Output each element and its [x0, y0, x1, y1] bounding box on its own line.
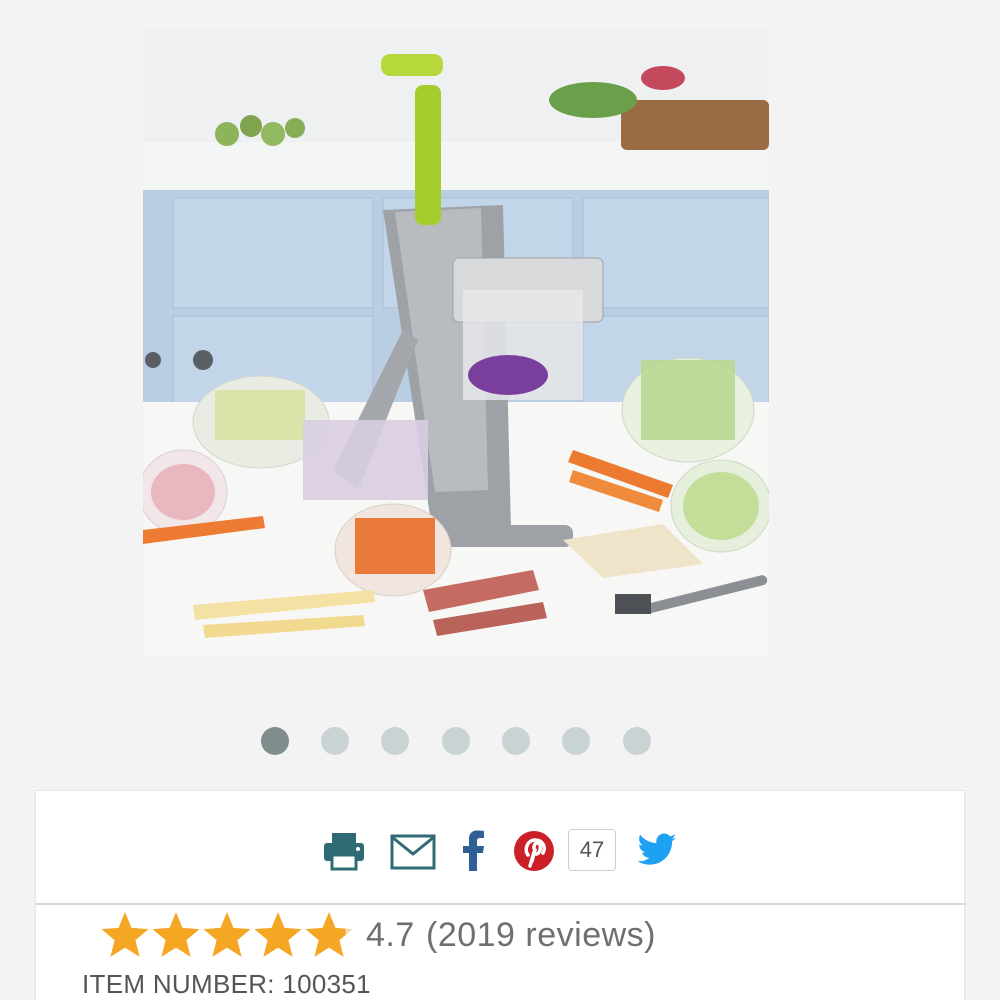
star-icon: [254, 912, 302, 957]
carousel-dot-6[interactable]: [562, 727, 590, 755]
carousel-dot-7[interactable]: [623, 727, 651, 755]
twitter-icon[interactable]: [636, 833, 678, 874]
product-image[interactable]: [143, 30, 769, 657]
star-icon: [305, 912, 353, 957]
carousel-pagination: [0, 727, 1000, 757]
rating-value: 4.7: [366, 916, 415, 954]
carousel-dot-2[interactable]: [321, 727, 349, 755]
carousel-dot-1[interactable]: [261, 727, 289, 755]
carousel-dot-3[interactable]: [381, 727, 409, 755]
product-info-card: 47 4.7 (2019 reviews) ITEM NUMBER: 10035…: [35, 790, 966, 1000]
product-page: 47 4.7 (2019 reviews) ITEM NUMBER: 10035…: [0, 0, 1000, 1000]
item-number-value: 100351: [282, 969, 371, 999]
review-count-link[interactable]: (2019 reviews): [426, 916, 656, 955]
facebook-icon[interactable]: [460, 829, 486, 876]
print-icon[interactable]: [322, 831, 366, 876]
pinterest-share-count: 47: [568, 829, 616, 871]
star-rating: [100, 910, 360, 966]
carousel-dot-4[interactable]: [442, 727, 470, 755]
email-icon[interactable]: [390, 834, 436, 875]
share-bar: 47: [36, 791, 966, 903]
item-number-label: ITEM NUMBER:: [82, 969, 275, 999]
star-icon: [203, 912, 251, 957]
card-divider: [36, 903, 966, 905]
star-icon: [152, 912, 200, 957]
pinterest-icon[interactable]: [513, 830, 555, 877]
rating-summary[interactable]: 4.7 (2019 reviews): [100, 910, 900, 966]
carousel-dot-5[interactable]: [502, 727, 530, 755]
product-photo-illustration: [143, 30, 769, 657]
star-icon: [101, 912, 149, 957]
item-number: ITEM NUMBER: 100351: [82, 969, 371, 1000]
